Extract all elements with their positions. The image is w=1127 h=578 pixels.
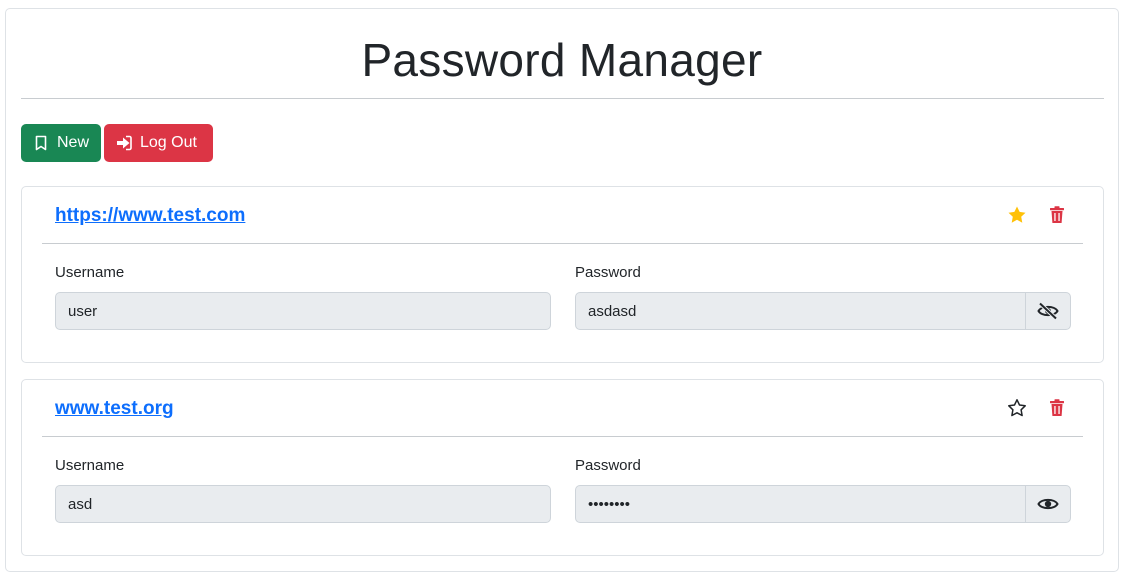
star-outline-icon bbox=[1008, 399, 1026, 417]
password-field[interactable]: asdasd bbox=[575, 292, 1026, 330]
toggle-password-visibility-button[interactable] bbox=[1025, 292, 1071, 330]
username-field[interactable]: user bbox=[55, 292, 551, 330]
entry-url-link[interactable]: www.test.org bbox=[55, 398, 174, 420]
eye-slash-icon bbox=[1037, 302, 1059, 320]
favorite-button[interactable] bbox=[1007, 398, 1027, 418]
new-button-label: New bbox=[57, 134, 90, 151]
entry-url-link[interactable]: https://www.test.com bbox=[55, 205, 245, 227]
logout-button[interactable]: Log Out bbox=[104, 124, 213, 162]
toggle-password-visibility-button[interactable] bbox=[1025, 485, 1071, 523]
password-label: Password bbox=[575, 457, 641, 474]
password-entry-card: www.test.org Username Password asd •••••… bbox=[21, 379, 1104, 556]
username-label: Username bbox=[55, 457, 125, 474]
favorite-button[interactable] bbox=[1007, 205, 1027, 225]
logout-button-label: Log Out bbox=[140, 134, 197, 151]
card-divider bbox=[42, 436, 1083, 437]
page-title: Password Manager bbox=[361, 34, 763, 86]
password-manager-panel: Password Manager New Log Out https://www… bbox=[5, 8, 1119, 572]
delete-button[interactable] bbox=[1047, 205, 1067, 225]
username-field[interactable]: asd bbox=[55, 485, 551, 523]
password-field[interactable]: •••••••• bbox=[575, 485, 1026, 523]
delete-button[interactable] bbox=[1047, 398, 1067, 418]
card-divider bbox=[42, 243, 1083, 244]
trash-icon bbox=[1050, 399, 1064, 416]
password-label: Password bbox=[575, 264, 641, 281]
title-divider bbox=[21, 98, 1104, 99]
trash-icon bbox=[1050, 206, 1064, 223]
star-filled-icon bbox=[1008, 206, 1026, 223]
eye-icon bbox=[1037, 498, 1059, 510]
username-label: Username bbox=[55, 264, 125, 281]
password-entry-card: https://www.test.com Username Password u… bbox=[21, 186, 1104, 363]
sign-out-icon bbox=[117, 135, 132, 151]
bookmark-icon bbox=[35, 135, 47, 151]
new-button[interactable]: New bbox=[21, 124, 101, 162]
